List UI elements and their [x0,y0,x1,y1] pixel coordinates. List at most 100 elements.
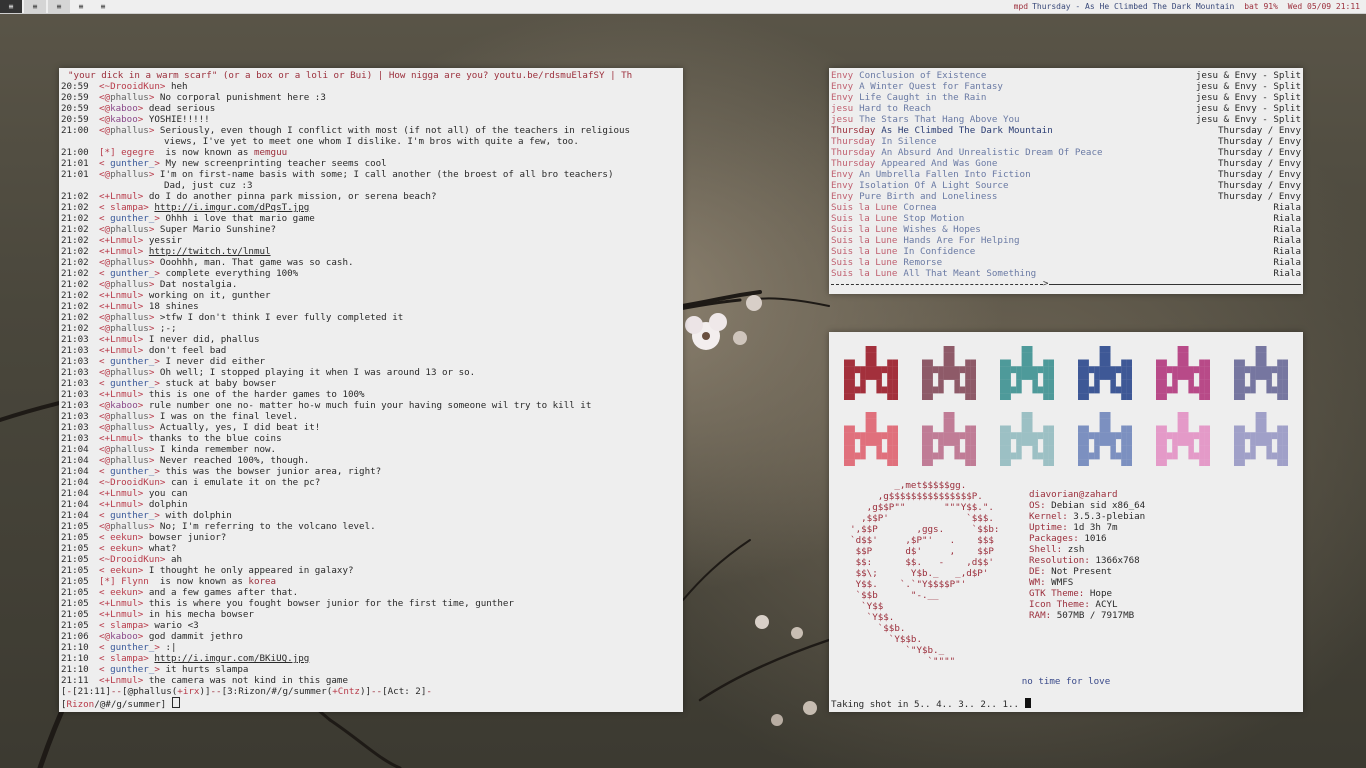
nick[interactable]: Lnmul [110,246,138,257]
nick[interactable]: DrooidKun [110,81,160,92]
message-link[interactable]: http://twitch.tv/lnmul [149,246,271,257]
nick[interactable]: phallus [110,367,149,378]
nick[interactable]: Lnmul [110,301,138,312]
nick[interactable]: kaboo [110,114,138,125]
nick[interactable]: Lnmul [110,345,138,356]
nick[interactable]: phallus [110,411,149,422]
system-info: diavorian@zahard OS: Debian sid x86_64 Ke… [1029,489,1145,621]
nick[interactable]: Lnmul [110,609,138,620]
playlist-row[interactable]: Envy Isolation Of A Light Source Thursday … [831,180,1301,191]
playlist-row[interactable]: Suis la Lune All That Meant Something Rial… [831,268,1301,279]
nick[interactable]: Lnmul [110,235,138,246]
timestamp: 21:02 [61,301,89,312]
nick[interactable]: gunther_ [110,510,154,521]
playlist-row[interactable]: Envy A Winter Quest for Fantasy jesu & Env… [831,81,1301,92]
playlist-row[interactable]: Suis la Lune Remorse Riala [831,257,1301,268]
mpd-playlist-window[interactable]: Envy Conclusion of Existence jesu & Envy -… [829,68,1303,294]
nick[interactable]: gunther_ [110,642,154,653]
irc-input-line[interactable]: [Rizon/@#/g/summer] [61,697,180,710]
playlist-row[interactable]: Suis la Lune Cornea Riala [831,202,1301,213]
nick[interactable]: eekun [110,532,138,543]
nick[interactable]: phallus [110,455,149,466]
nick[interactable]: Lnmul [110,334,138,345]
nick[interactable]: eekun [110,565,138,576]
playlist-row[interactable]: Envy Pure Birth and Loneliness Thursday / … [831,191,1301,202]
playlist-row[interactable]: jesu The Stars That Hang Above You jesu & … [831,114,1301,125]
nick[interactable]: gunther_ [110,664,154,675]
workspace-2-tab[interactable]: ≡ [24,0,46,13]
nick[interactable]: Lnmul [110,433,138,444]
nick[interactable]: gunther_ [110,268,154,279]
nick[interactable]: Flynn [121,576,149,587]
nick[interactable]: Lnmul [110,675,138,686]
chat-line: 21:01 < gunther_ > My new screenprinting t… [61,158,681,169]
nick[interactable]: Lnmul [110,191,138,202]
playlist-row[interactable]: Suis la Lune Stop Motion Riala [831,213,1301,224]
nick[interactable]: eekun [110,543,138,554]
nick-prefix: < [99,202,111,213]
playlist-row[interactable]: Envy Life Caught in the Rain jesu & Envy -… [831,92,1301,103]
nick[interactable]: gunther_ [110,466,154,477]
playlist-row[interactable]: Thursday An Absurd And Unrealistic Dream … [831,147,1301,158]
nick-prefix: <@ [99,367,111,378]
nick[interactable]: eekun [110,587,138,598]
nick[interactable]: phallus [110,257,149,268]
workspace-5-tab[interactable]: ≡ [92,0,114,13]
nick[interactable]: Lnmul [110,598,138,609]
nick[interactable]: DrooidKun [110,554,160,565]
nick[interactable]: phallus [110,279,149,290]
workspace-4-tab[interactable]: ≡ [70,0,92,13]
nick[interactable]: slampa [110,653,143,664]
timestamp: 21:03 [61,378,89,389]
song-progress-bar[interactable]: > [831,279,1301,290]
workspace-1-tab[interactable]: ≡ [0,0,22,13]
nick[interactable]: DrooidKun [110,477,160,488]
nick[interactable]: Lnmul [110,389,138,400]
nick[interactable]: gunther_ [110,356,154,367]
nick[interactable]: gunther_ [110,378,154,389]
workspace-3-tab[interactable]: ≡ [48,0,70,13]
nick[interactable]: phallus [110,444,149,455]
nick[interactable]: Lnmul [110,488,138,499]
nick[interactable]: gunther_ [110,213,154,224]
irc-terminal-window[interactable]: "your dick in a warm scarf" (or a box or… [59,68,683,712]
nick[interactable]: Lnmul [110,290,138,301]
nick[interactable]: phallus [110,521,149,532]
nick[interactable]: phallus [110,312,149,323]
playlist-row[interactable]: Thursday As He Climbed The Dark Mountain T… [831,125,1301,136]
playlist-row[interactable]: Envy An Umbrella Fallen Into Fiction Thurs… [831,169,1301,180]
chat-line: 20:59 <@ phallus > No corporal punishment h… [61,92,681,103]
nick[interactable]: slampa [110,620,143,631]
shell-prompt-line[interactable]: Taking shot in 5.. 4.. 3.. 2.. 1.. [831,698,1031,710]
nick[interactable]: Lnmul [110,499,138,510]
nick[interactable]: phallus [110,92,149,103]
playlist-row[interactable]: Suis la Lune Hands Are For Helping Riala [831,235,1301,246]
nick[interactable]: phallus [110,125,149,136]
nick[interactable]: phallus [110,224,149,235]
message-link[interactable]: http://i.imgur.com/BKiUQ.jpg [154,653,309,664]
nick[interactable]: gunther_ [110,158,154,169]
message-link[interactable]: http://i.imgur.com/dPqsT.jpg [154,202,309,213]
playlist-row[interactable]: Thursday Appeared And Was Gone Thursday / … [831,158,1301,169]
timestamp: 21:00 [61,147,89,158]
playlist[interactable]: Envy Conclusion of Existence jesu & Envy -… [831,70,1301,279]
nick-prefix: <+ [99,598,111,609]
nick[interactable]: phallus [110,323,149,334]
nick[interactable]: phallus [110,422,149,433]
playlist-row[interactable]: Suis la Lune In Confidence Riala [831,246,1301,257]
chat-line: 20:59 <@ kaboo > YOSHIE!!!!! [61,114,681,125]
playlist-row[interactable]: Suis la Lune Wishes & Hopes Riala [831,224,1301,235]
playlist-row[interactable]: Thursday In Silence Thursday / Envy [831,136,1301,147]
nick[interactable]: kaboo [110,631,138,642]
message-text: Oh well; I stopped playing it when I was… [159,367,476,378]
nick[interactable]: egegre [121,147,154,158]
playlist-row[interactable]: Envy Conclusion of Existence jesu & Envy -… [831,70,1301,81]
nick[interactable]: slampa [110,202,143,213]
status-bar: ≡ ≡ ≡ ≡ ≡ mpd Thursday - As He Climbed Th… [0,0,1366,14]
screenfetch-terminal-window[interactable]: _,met$$$$$gg. ,g$$$$$$$$$$$$$$$P. ,g$$P"… [829,332,1303,712]
playlist-row[interactable]: jesu Hard to Reach jesu & Envy - Split [831,103,1301,114]
nick[interactable]: kaboo [110,400,138,411]
nick[interactable]: phallus [110,169,149,180]
motto-text: no time for love [1021,676,1111,687]
nick[interactable]: kaboo [110,103,138,114]
